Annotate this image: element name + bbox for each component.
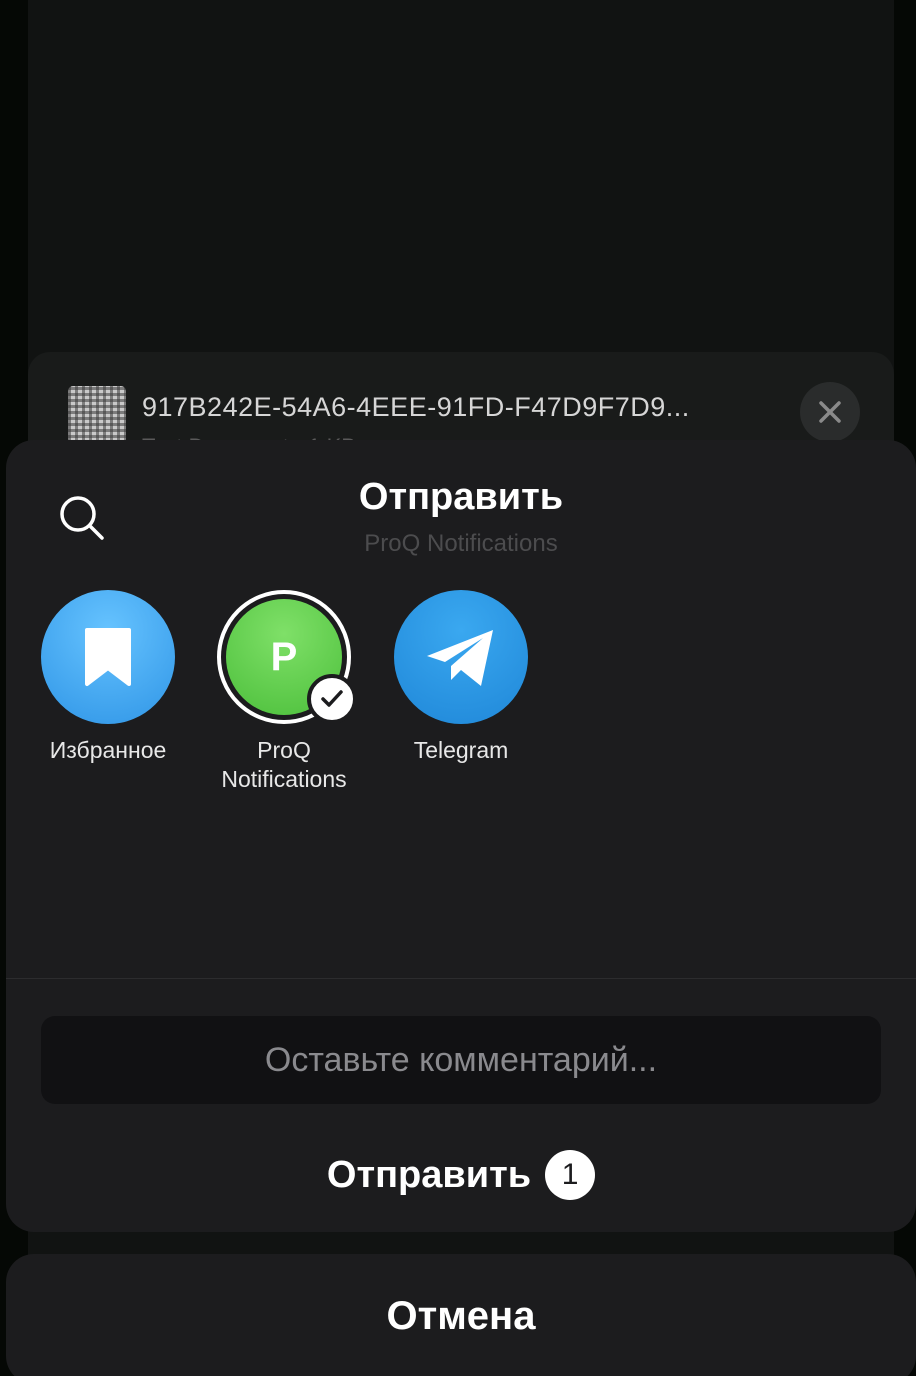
share-sheet: Отправить ProQ Notifications Избранное P… [6,440,916,1232]
paper-plane-icon [427,630,493,686]
cancel-button[interactable]: Отмена [6,1254,916,1376]
proq-avatar: P [217,590,357,724]
send-button[interactable]: Отправить 1 [6,1140,916,1210]
divider [6,978,916,979]
share-target-label: Избранное [49,737,167,763]
send-count-badge: 1 [545,1150,596,1200]
file-thumbnail [68,386,126,444]
comment-input[interactable] [41,1016,881,1104]
share-target-favorites[interactable]: Избранное [23,590,193,765]
screen: 917B242E-54A6-4EEE-91FD-F47D9F7D9... Tex… [0,0,916,1376]
selected-check-badge [307,674,357,724]
sheet-title: Отправить [358,476,564,518]
favorites-avatar [41,590,175,724]
sheet-subtitle: ProQ Notifications [364,530,558,557]
file-name: 917B242E-54A6-4EEE-91FD-F47D9F7D9... [142,392,690,422]
checkmark-icon [321,690,343,707]
close-icon [819,401,841,423]
share-target-label: Telegram [413,737,509,763]
share-target-telegram[interactable]: Telegram [376,590,546,765]
share-target-proq[interactable]: P ProQ Notifications [199,590,369,794]
send-button-label: Отправить [326,1153,532,1196]
telegram-avatar [394,590,528,724]
file-close-button[interactable] [800,382,860,442]
cancel-button-label: Отмена [386,1294,536,1338]
bookmark-icon [85,628,131,686]
share-target-label: ProQ Notifications [221,737,347,792]
